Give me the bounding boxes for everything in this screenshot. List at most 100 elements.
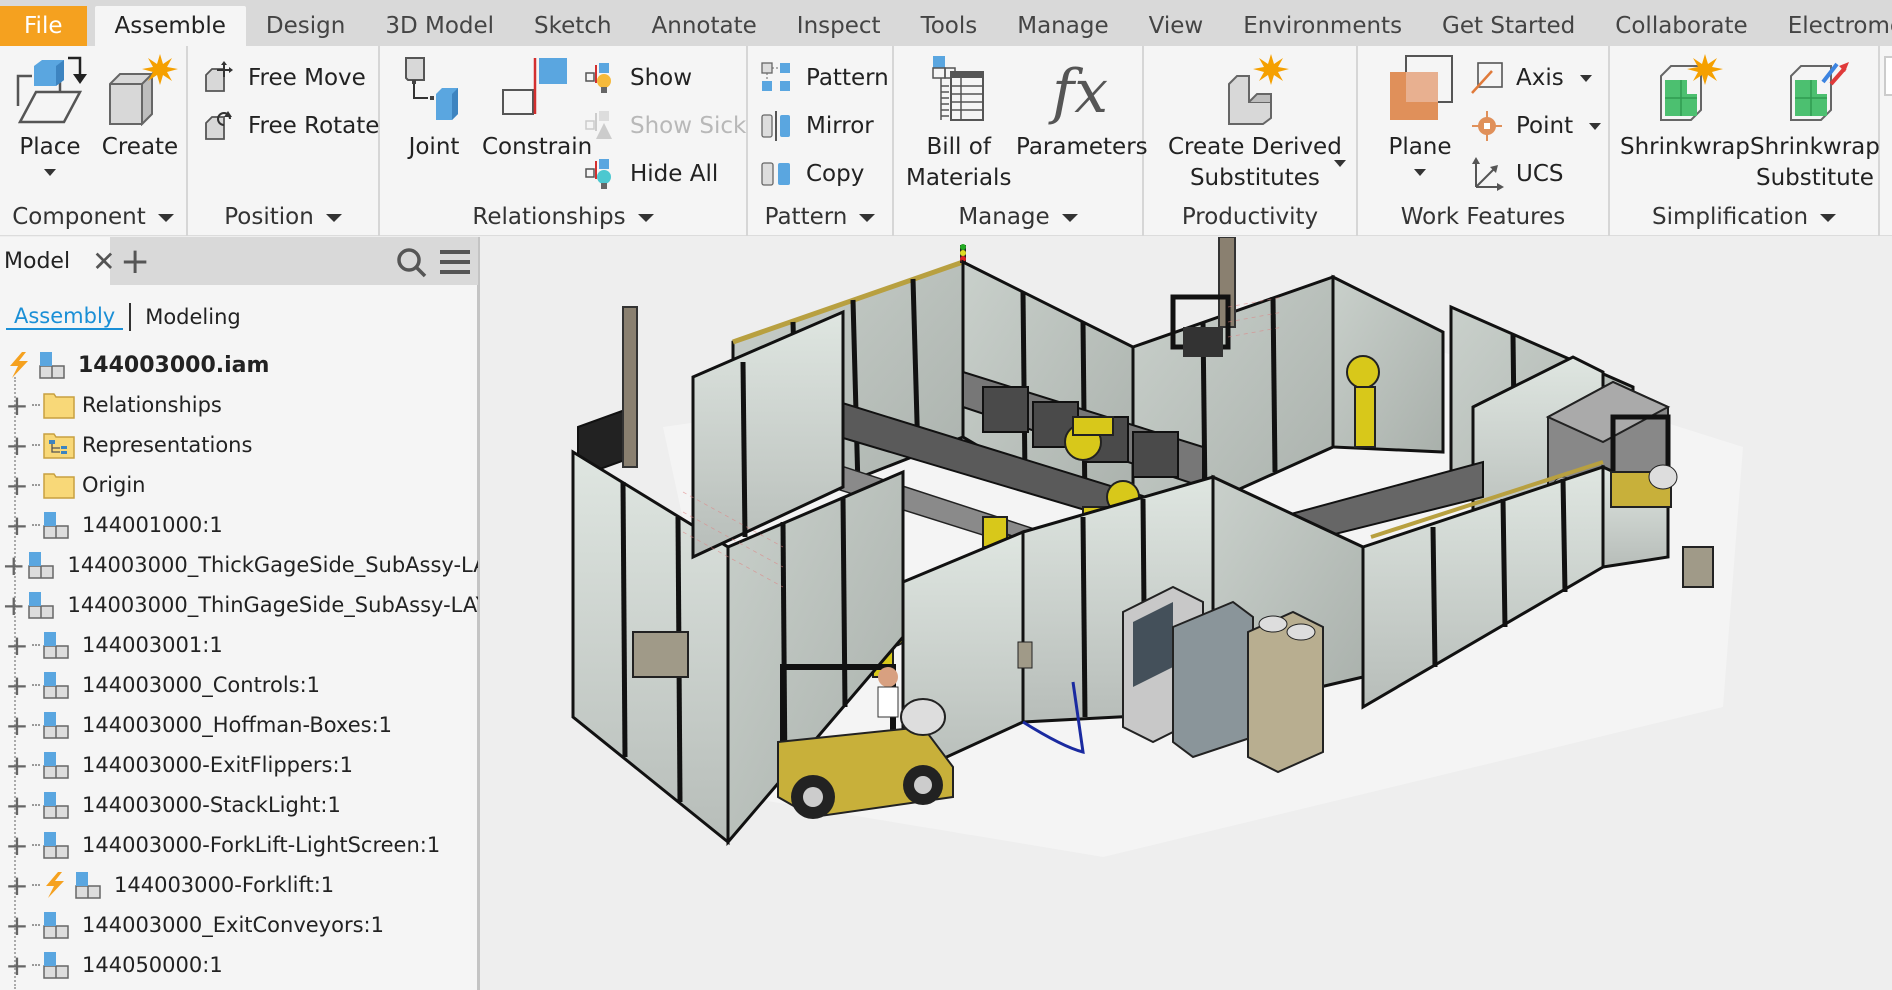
- expand-icon[interactable]: +: [2, 949, 32, 982]
- shrinkwrap-substitute-button[interactable]: Shrinkwrap Substitute: [1750, 54, 1880, 194]
- folder-icon: [43, 473, 75, 499]
- expand-icon[interactable]: +: [2, 789, 32, 822]
- free-rotate-button[interactable]: Free Rotate: [202, 106, 379, 146]
- tree-item[interactable]: + Representations: [0, 425, 478, 465]
- assembly-icon: [43, 752, 69, 779]
- panel-simplification-title[interactable]: Simplification: [1610, 204, 1878, 230]
- place-button[interactable]: Place: [10, 54, 90, 176]
- tree-item[interactable]: + Origin: [0, 465, 478, 505]
- tab-file[interactable]: File: [0, 6, 87, 46]
- tree-item[interactable]: +144003000_ThickGageSide_SubAssy-LAYOUT: [0, 545, 478, 585]
- expand-icon[interactable]: +: [2, 469, 32, 502]
- 3d-viewport[interactable]: [483, 237, 1892, 990]
- tree-item[interactable]: +144001000:1: [0, 505, 478, 545]
- pattern-button[interactable]: Pattern: [760, 58, 889, 98]
- axis-dropdown-icon[interactable]: [1579, 74, 1592, 82]
- assembly-3d-model[interactable]: [483, 237, 1892, 990]
- axis-button[interactable]: Axis: [1470, 58, 1592, 98]
- hamburger-menu-icon[interactable]: [440, 249, 470, 275]
- tree-item[interactable]: +144003000_Controls:1: [0, 665, 478, 705]
- tab-sketch[interactable]: Sketch: [514, 6, 632, 46]
- panel-pattern-title[interactable]: Pattern: [748, 204, 892, 230]
- expand-icon[interactable]: +: [2, 709, 32, 742]
- panel-position-title[interactable]: Position: [188, 204, 378, 230]
- tree-item[interactable]: +144003000-Forklift:1: [0, 865, 478, 905]
- expand-icon[interactable]: +: [2, 589, 25, 622]
- assembly-icon: [43, 512, 69, 539]
- tree-item[interactable]: + Relationships: [0, 385, 478, 425]
- tab-assemble[interactable]: Assemble: [94, 6, 246, 46]
- expand-icon[interactable]: +: [2, 509, 32, 542]
- tree-connector: [32, 844, 40, 846]
- show-sick-button[interactable]: Show Sick: [584, 106, 746, 146]
- close-icon[interactable]: ✕: [92, 245, 115, 278]
- expand-icon[interactable]: +: [2, 829, 32, 862]
- hide-all-button[interactable]: Hide All: [584, 154, 718, 194]
- tree-item[interactable]: +144003000_ThinGageSide_SubAssy-LAYOUT: [0, 585, 478, 625]
- tree-root[interactable]: 144003000.iam: [0, 345, 478, 385]
- expand-icon[interactable]: +: [2, 669, 32, 702]
- free-move-button[interactable]: Free Move: [202, 58, 366, 98]
- parameters-button[interactable]: fx Parameters: [1016, 54, 1148, 163]
- tab-electromechanical[interactable]: Electromechanical: [1768, 6, 1892, 46]
- point-dropdown-icon[interactable]: [1589, 122, 1602, 130]
- chevron-down-icon: [325, 213, 342, 222]
- place-dropdown-icon[interactable]: [44, 169, 56, 176]
- point-button[interactable]: Point: [1470, 106, 1602, 146]
- copy-icon: [761, 162, 790, 186]
- copy-button[interactable]: Copy: [760, 154, 864, 194]
- expand-icon[interactable]: +: [2, 629, 32, 662]
- shrinkwrap-button[interactable]: Shrinkwrap: [1620, 54, 1750, 163]
- search-icon[interactable]: [396, 247, 428, 279]
- constrain-button[interactable]: Constrain: [482, 54, 592, 163]
- tree-item-label: 144003000_Hoffman-Boxes:1: [82, 713, 393, 737]
- expand-icon[interactable]: +: [2, 429, 32, 462]
- browser-tab-model[interactable]: Model ✕: [0, 237, 116, 285]
- assembly-icon: [43, 952, 69, 979]
- panel-manage-title[interactable]: Manage: [894, 204, 1142, 230]
- expand-icon[interactable]: +: [2, 549, 25, 582]
- tree-item[interactable]: +144003000_Hoffman-Boxes:1: [0, 705, 478, 745]
- expand-icon[interactable]: +: [2, 389, 32, 422]
- tab-annotate[interactable]: Annotate: [632, 6, 777, 46]
- tab-3d-model[interactable]: 3D Model: [365, 6, 514, 46]
- tab-manage[interactable]: Manage: [997, 6, 1128, 46]
- fx-parameters-icon: fx: [1048, 57, 1108, 126]
- tab-environments[interactable]: Environments: [1223, 6, 1422, 46]
- panel-relationships-title[interactable]: Relationships: [380, 204, 746, 230]
- subtab-assembly[interactable]: Assembly: [6, 304, 124, 330]
- plus-icon[interactable]: +: [120, 241, 150, 282]
- tab-tools[interactable]: Tools: [901, 6, 998, 46]
- tree-item[interactable]: +144003000_ExitConveyors:1: [0, 905, 478, 945]
- tab-view[interactable]: View: [1129, 6, 1224, 46]
- free-rotate-icon: [205, 111, 232, 140]
- tab-get-started[interactable]: Get Started: [1422, 6, 1595, 46]
- mirror-button[interactable]: Mirror: [760, 106, 874, 146]
- expand-icon[interactable]: +: [2, 749, 32, 782]
- panel-component-title[interactable]: Component: [0, 204, 186, 230]
- tree-item[interactable]: +144003001:1: [0, 625, 478, 665]
- tree-item-label: 144003000_ExitConveyors:1: [82, 913, 384, 937]
- tree-item[interactable]: +144003000-ExitFlippers:1: [0, 745, 478, 785]
- expand-icon[interactable]: +: [2, 909, 32, 942]
- ucs-button[interactable]: UCS: [1470, 154, 1564, 194]
- show-button[interactable]: Show: [584, 58, 692, 98]
- tree-item[interactable]: +144050000:1: [0, 945, 478, 985]
- subtab-modeling[interactable]: Modeling: [137, 305, 249, 329]
- tab-design[interactable]: Design: [246, 6, 365, 46]
- tab-collaborate[interactable]: Collaborate: [1595, 6, 1767, 46]
- plane-dropdown-icon[interactable]: [1414, 169, 1426, 176]
- create-derived-dropdown-icon[interactable]: [1334, 160, 1346, 167]
- bill-of-materials-button[interactable]: Bill of Materials: [906, 54, 1011, 194]
- bom-line-2: Materials: [906, 165, 1012, 191]
- tree-item[interactable]: +144003000-ForkLift-LightScreen:1: [0, 825, 478, 865]
- tab-inspect[interactable]: Inspect: [777, 6, 901, 46]
- create-button[interactable]: Create: [100, 54, 180, 163]
- joint-button[interactable]: Joint: [394, 54, 474, 163]
- tree-item[interactable]: +144003000-StackLight:1: [0, 785, 478, 825]
- plane-button[interactable]: Plane: [1380, 54, 1460, 176]
- panel-productivity-title: Productivity: [1181, 204, 1319, 230]
- create-derived-substitutes-button[interactable]: Create Derived Substitutes: [1168, 54, 1342, 194]
- svg-text:fx: fx: [1048, 57, 1108, 126]
- expand-icon[interactable]: +: [2, 869, 32, 902]
